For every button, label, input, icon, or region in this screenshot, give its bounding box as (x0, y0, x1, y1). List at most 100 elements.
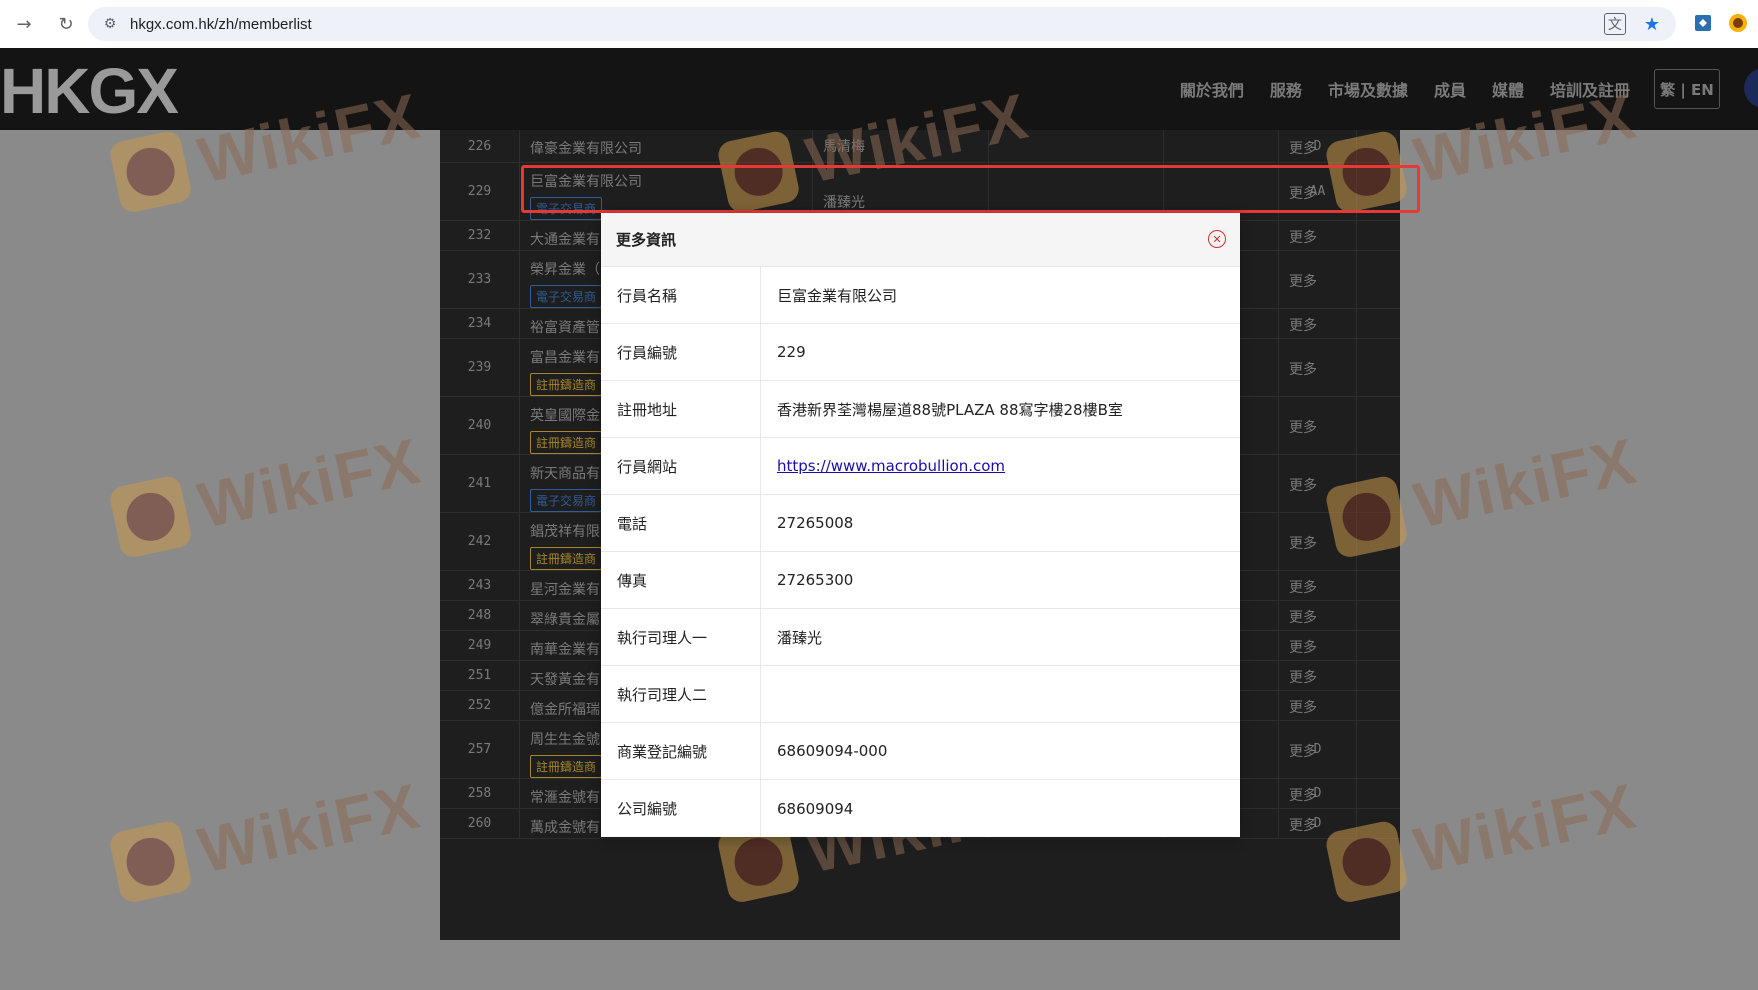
empty-cell (989, 130, 1164, 162)
more-link[interactable]: 更多 (1289, 359, 1317, 379)
info-value: 27265300 (777, 571, 854, 589)
info-row: 電話 27265008 (601, 495, 1240, 552)
member-type-badge: 註冊鑄造商 (530, 431, 603, 454)
info-row: 行員編號 229 (601, 324, 1240, 381)
website-link[interactable]: https://www.macrobullion.com (777, 457, 1005, 475)
forward-icon[interactable]: → (6, 6, 42, 42)
address-bar[interactable]: ⚙ hkgx.com.hk/zh/memberlist 文 ★ (88, 7, 1676, 41)
info-row: 行員網站 https://www.macrobullion.com (601, 438, 1240, 495)
browser-toolbar: → ↻ ⚙ hkgx.com.hk/zh/memberlist 文 ★ (0, 0, 1758, 48)
profile-extension-icon[interactable] (1726, 11, 1750, 35)
member-number: 229 (440, 163, 520, 220)
info-value: https://www.macrobullion.com (761, 438, 1240, 494)
info-row: 商業登記編號 68609094-000 (601, 723, 1240, 780)
more-link[interactable]: 更多 (1289, 315, 1317, 335)
member-number: 257 (440, 721, 520, 778)
info-label: 註冊地址 (601, 381, 761, 437)
extension-icon[interactable] (1691, 11, 1715, 35)
site-logo[interactable]: HKGX (0, 54, 179, 128)
info-value: 27265008 (777, 514, 854, 532)
watermark-logo-icon (107, 474, 194, 560)
member-number: 260 (440, 809, 520, 838)
info-label: 執行司理人二 (601, 666, 761, 722)
info-row: 傳真 27265300 (601, 552, 1240, 609)
member-number: 232 (440, 221, 520, 250)
member-number: 240 (440, 397, 520, 454)
member-number: 233 (440, 251, 520, 308)
watermark-logo-icon (107, 129, 194, 215)
info-value: 68609094 (777, 799, 854, 818)
info-row: 執行司理人一 潘臻光 (601, 609, 1240, 666)
info-label: 商業登記編號 (601, 723, 761, 779)
member-number: 249 (440, 631, 520, 660)
member-number: 242 (440, 513, 520, 570)
language-toggle[interactable]: 繁 | EN (1654, 69, 1720, 109)
info-label: 行員名稱 (601, 267, 761, 323)
site-header: HKGX 關於我們 服務 市場及數據 成員 媒體 培訓及註冊 繁 | EN (0, 48, 1758, 130)
more-link[interactable]: 更多 (1289, 271, 1317, 291)
nav-members[interactable]: 成員 (1434, 77, 1466, 101)
nav-about[interactable]: 關於我們 (1180, 77, 1244, 101)
table-row: 226 偉豪金業有限公司 馬清梅 D 更多 (440, 130, 1400, 163)
info-value: 229 (777, 343, 806, 361)
more-link[interactable]: 更多 (1289, 138, 1317, 158)
info-label: 行員網站 (601, 438, 761, 494)
more-link[interactable]: 更多 (1289, 815, 1317, 835)
member-type-badge: 註冊鑄造商 (530, 547, 603, 570)
more-link[interactable]: 更多 (1289, 417, 1317, 437)
url-text[interactable]: hkgx.com.hk/zh/memberlist (130, 16, 312, 33)
more-link[interactable]: 更多 (1289, 475, 1317, 495)
empty-cell (1164, 130, 1279, 162)
member-type-badge: 註冊鑄造商 (530, 755, 603, 778)
info-row: 行員名稱 巨富金業有限公司 (601, 267, 1240, 324)
selected-row-highlight (521, 165, 1420, 213)
watermark-logo-icon (107, 819, 194, 905)
nav-training[interactable]: 培訓及註冊 (1550, 77, 1630, 101)
translate-icon[interactable]: 文 (1603, 13, 1626, 35)
member-number: 243 (440, 571, 520, 600)
more-link[interactable]: 更多 (1289, 697, 1317, 717)
info-label: 公司編號 (601, 780, 761, 837)
more-link[interactable]: 更多 (1289, 227, 1317, 247)
member-number: 226 (440, 130, 520, 162)
dialog-body: 行員名稱 巨富金業有限公司 行員編號 229 註冊地址 香港新界荃灣楊屋道88號PLAZA… (601, 267, 1240, 837)
more-link[interactable]: 更多 (1289, 607, 1317, 627)
more-info-dialog: 更多資訊 ✕ 行員名稱 巨富金業有限公司 行員編號 229 註冊地址 香港新界荃灣楊屋道8… (601, 213, 1240, 837)
member-name: 偉豪金業有限公司 (530, 141, 642, 157)
executive-name: 馬清梅 (823, 139, 865, 155)
info-value: 68609094-000 (777, 742, 888, 760)
more-link[interactable]: 更多 (1289, 533, 1317, 553)
info-label: 傳真 (601, 552, 761, 608)
info-row: 註冊地址 香港新界荃灣楊屋道88號PLAZA 88寫字樓28樓B室 (601, 381, 1240, 438)
more-link[interactable]: 更多 (1289, 667, 1317, 687)
account-button[interactable] (1744, 68, 1758, 108)
member-number: 258 (440, 779, 520, 808)
more-link[interactable]: 更多 (1289, 577, 1317, 597)
nav-market-data[interactable]: 市場及數據 (1328, 77, 1408, 101)
nav-media[interactable]: 媒體 (1492, 77, 1524, 101)
info-label: 行員編號 (601, 324, 761, 380)
info-value: 潘臻光 (777, 628, 823, 647)
close-icon[interactable]: ✕ (1208, 230, 1226, 248)
info-row: 執行司理人二 (601, 666, 1240, 723)
member-number: 241 (440, 455, 520, 512)
info-value: 巨富金業有限公司 (777, 286, 898, 305)
nav-services[interactable]: 服務 (1270, 77, 1302, 101)
info-value: 香港新界荃灣楊屋道88號PLAZA 88寫字樓28樓B室 (777, 400, 1123, 419)
more-link[interactable]: 更多 (1289, 741, 1317, 761)
member-number: 234 (440, 309, 520, 338)
more-link[interactable]: 更多 (1289, 637, 1317, 657)
bookmark-star-icon[interactable]: ★ (1644, 14, 1660, 35)
reload-icon[interactable]: ↻ (48, 6, 84, 42)
site-settings-icon[interactable]: ⚙ (96, 16, 124, 32)
main-nav: 關於我們 服務 市場及數據 成員 媒體 培訓及註冊 (1180, 48, 1630, 130)
info-label: 執行司理人一 (601, 609, 761, 665)
more-link[interactable]: 更多 (1289, 785, 1317, 805)
member-type-badge: 電子交易商 (530, 285, 603, 308)
watermark: WikiFX (107, 769, 427, 906)
member-number: 252 (440, 691, 520, 720)
info-value (761, 666, 1240, 722)
member-number: 239 (440, 339, 520, 396)
member-type-badge: 電子交易商 (530, 489, 603, 512)
member-name-cell: 偉豪金業有限公司 (520, 130, 813, 162)
